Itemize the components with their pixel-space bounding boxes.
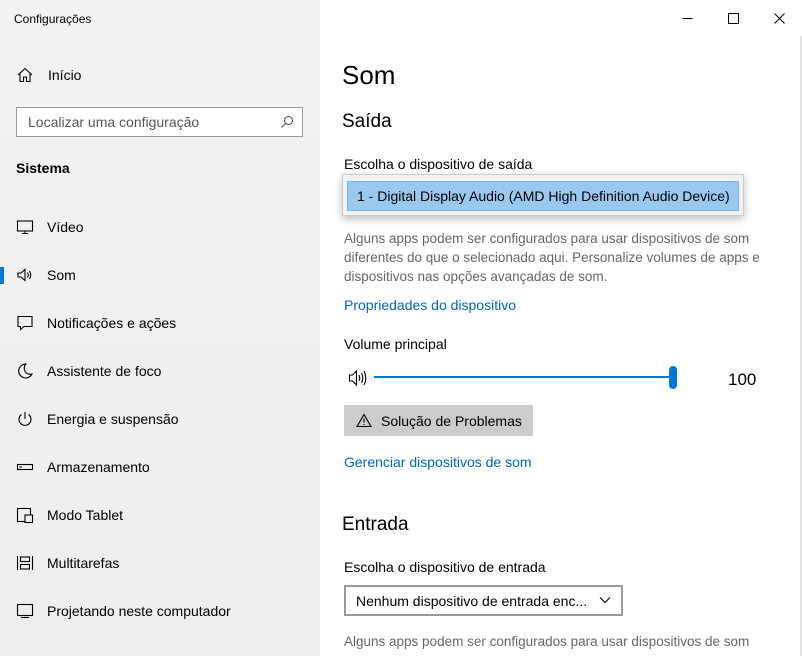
close-icon [773, 12, 785, 24]
search-box[interactable] [16, 107, 303, 137]
chevron-down-icon [599, 597, 611, 604]
monitor-icon [16, 220, 34, 235]
sidebar-item-label: Notificações e ações [47, 315, 177, 331]
sidebar-item-projecting[interactable]: Projetando neste computador [0, 587, 320, 635]
power-icon [18, 412, 32, 426]
close-button[interactable] [756, 0, 802, 36]
maximize-icon [727, 12, 739, 24]
sidebar-item-tablet-mode[interactable]: Modo Tablet [0, 491, 320, 539]
home-icon [17, 67, 33, 83]
tablet-icon [16, 507, 34, 524]
sidebar-item-focus-assist[interactable]: Assistente de foco [0, 347, 320, 395]
volume-value: 100 [728, 370, 757, 389]
device-properties-link[interactable]: Propriedades do dispositivo [344, 297, 516, 313]
home-link[interactable]: Início [16, 66, 81, 84]
volume-slider-row [344, 366, 784, 390]
moon-icon [18, 363, 34, 379]
output-description: Alguns apps podem ser configurados para … [344, 231, 760, 284]
app-title: Configurações [14, 12, 92, 26]
sidebar-item-video[interactable]: Vídeo [0, 203, 320, 251]
volume-label: Volume principal [344, 336, 447, 352]
output-device-option[interactable]: 1 - Digital Display Audio (AMD High Defi… [347, 181, 739, 211]
sidebar-item-label: Multitarefas [47, 555, 120, 571]
output-heading: Saída [342, 111, 392, 132]
projecting-icon [16, 603, 34, 619]
input-device-label: Escolha o dispositivo de entrada [344, 559, 546, 575]
minimize-button[interactable] [664, 0, 710, 36]
sidebar-item-label: Assistente de foco [47, 363, 162, 379]
input-description: Alguns apps podem ser configurados para … [344, 634, 750, 649]
input-device-select[interactable]: Nenhum dispositivo de entrada enc... [344, 585, 623, 616]
volume-slider-thumb[interactable] [669, 366, 677, 389]
maximize-button[interactable] [710, 0, 756, 36]
volume-slider-track[interactable] [374, 376, 676, 378]
sidebar: Configurações Início Sistema Vídeo Som [0, 0, 320, 656]
section-label: Sistema [16, 160, 70, 176]
input-device-value: Nenhum dispositivo de entrada enc... [356, 592, 588, 609]
sidebar-item-label: Modo Tablet [47, 507, 124, 523]
troubleshoot-label: Solução de Problemas [381, 412, 522, 429]
output-device-label: Escolha o dispositivo de saída [344, 156, 533, 172]
input-heading: Entrada [342, 514, 409, 535]
sidebar-item-storage[interactable]: Armazenamento [0, 443, 320, 491]
sidebar-item-power[interactable]: Energia e suspensão [0, 395, 320, 443]
home-label: Início [48, 67, 82, 83]
multitask-icon [16, 556, 34, 570]
sidebar-item-label: Vídeo [47, 219, 84, 235]
manage-sound-devices-link[interactable]: Gerenciar dispositivos de som [344, 454, 532, 470]
sidebar-item-multitasking[interactable]: Multitarefas [0, 539, 320, 587]
output-device-dropdown[interactable]: 1 - Digital Display Audio (AMD High Defi… [342, 174, 744, 216]
speaker-icon[interactable] [348, 368, 370, 388]
search-input[interactable] [28, 114, 280, 130]
warning-icon [356, 413, 372, 428]
troubleshoot-button[interactable]: Solução de Problemas [344, 405, 533, 436]
sidebar-item-label: Armazenamento [47, 459, 150, 475]
window-controls [664, 0, 802, 36]
minimize-icon [682, 17, 692, 19]
notification-icon [17, 315, 33, 331]
sidebar-item-sound[interactable]: Som [0, 251, 320, 299]
sidebar-nav: Vídeo Som Notificações e ações Assistent… [0, 203, 320, 635]
sidebar-item-label: Projetando neste computador [47, 603, 231, 619]
sidebar-item-label: Som [47, 267, 76, 283]
page-title: Som [342, 60, 396, 90]
speaker-icon [17, 268, 32, 282]
sidebar-item-notifications[interactable]: Notificações e ações [0, 299, 320, 347]
search-icon[interactable] [280, 115, 294, 129]
storage-icon [16, 463, 34, 471]
main-content: Som Saída Escolha o dispositivo de saída… [320, 0, 802, 656]
sidebar-item-label: Energia e suspensão [47, 411, 179, 427]
